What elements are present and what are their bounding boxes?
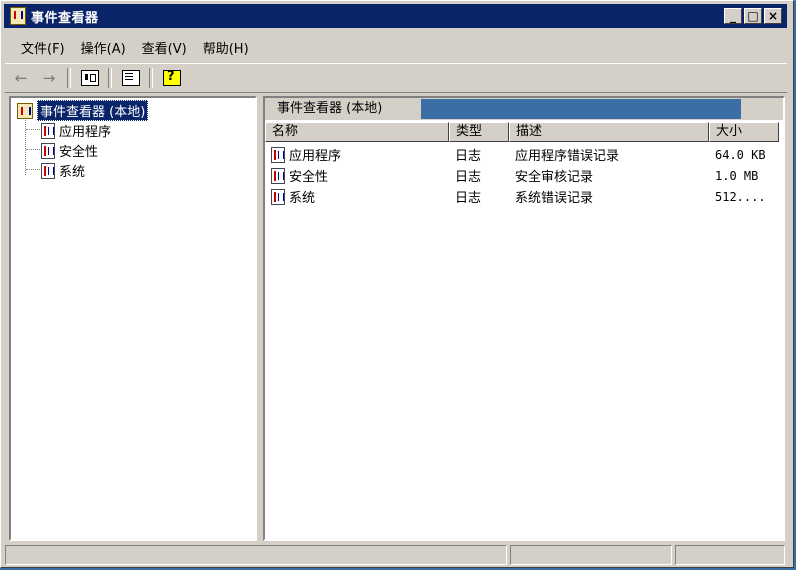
tree-connector — [26, 149, 40, 151]
close-button[interactable]: × — [764, 8, 782, 24]
list-item-description: 系统错误记录 — [515, 191, 594, 206]
event-viewer-window: 事件查看器 _ □ × 文件(F) 操作(A) 查看(V) 帮助(H) ← → … — [0, 0, 794, 568]
show-hide-pane-button[interactable] — [78, 67, 102, 89]
export-list-button[interactable] — [119, 67, 143, 89]
column-header-size[interactable]: 大小 — [709, 122, 779, 142]
event-log-icon — [271, 167, 285, 184]
maximize-button[interactable]: □ — [744, 8, 762, 24]
list-pane[interactable]: 事件查看器 (本地) 名称 类型 描述 大小 应用程序 日志 应用程序错误记录 … — [263, 96, 785, 541]
list-item-name-cell: 安全性 — [265, 166, 449, 185]
back-arrow-icon: ← — [14, 69, 28, 87]
status-bar — [5, 545, 788, 567]
list-item-size: 64.0 KB — [715, 147, 766, 162]
list-item[interactable]: 应用程序 日志 应用程序错误记录 64.0 KB — [265, 144, 779, 165]
menu-view[interactable]: 查看(V) — [142, 38, 187, 57]
list-item-description: 应用程序错误记录 — [515, 149, 620, 164]
list-item-size: 1.0 MB — [715, 168, 759, 183]
event-log-icon — [271, 188, 285, 205]
window-controls: _ □ × — [724, 8, 782, 24]
list-title-bar — [421, 99, 741, 119]
list-header: 事件查看器 (本地) — [265, 98, 783, 120]
toolbar-separator — [149, 68, 153, 88]
title-bar[interactable]: 事件查看器 _ □ × — [4, 4, 787, 28]
back-button[interactable]: ← — [9, 67, 33, 89]
forward-button[interactable]: → — [37, 67, 61, 89]
list-item-type: 日志 — [455, 191, 482, 206]
column-header-type[interactable]: 类型 — [449, 122, 509, 142]
toolbar: ← → — [5, 63, 787, 93]
export-list-icon — [122, 70, 140, 86]
list-item-type: 日志 — [455, 170, 482, 185]
column-header-description[interactable]: 描述 — [509, 122, 709, 142]
tree-item-label: 安全性 — [59, 145, 99, 160]
list-item-name-cell: 应用程序 — [265, 145, 449, 164]
log-list: 应用程序 日志 应用程序错误记录 64.0 KB 安全性 日志 安全审核记录 1… — [265, 144, 779, 207]
status-pane-main — [5, 545, 507, 565]
event-log-icon — [271, 146, 285, 163]
status-pane-middle — [510, 545, 672, 565]
tree-item-label: 系统 — [59, 165, 86, 180]
tree-item-security[interactable]: 安全性 — [41, 141, 98, 160]
list-item-description: 安全审核记录 — [515, 170, 594, 185]
menu-file[interactable]: 文件(F) — [21, 38, 65, 57]
help-button[interactable] — [160, 67, 184, 89]
show-hide-pane-icon — [81, 70, 99, 86]
tree-root-label: 事件查看器 (本地) — [37, 100, 149, 121]
window-title: 事件查看器 — [31, 10, 99, 26]
minimize-button[interactable]: _ — [724, 8, 742, 24]
list-item[interactable]: 系统 日志 系统错误记录 512.... — [265, 186, 779, 207]
menu-bar: 文件(F) 操作(A) 查看(V) 帮助(H) — [5, 35, 249, 59]
tree-item-system[interactable]: 系统 — [41, 161, 85, 180]
list-item-name: 系统 — [289, 191, 316, 206]
list-item-name: 应用程序 — [289, 149, 342, 164]
column-headers: 名称 类型 描述 大小 — [265, 122, 779, 142]
list-title: 事件查看器 (本地) — [265, 98, 421, 120]
toolbar-separator — [108, 68, 112, 88]
status-pane-right — [675, 545, 785, 565]
tree-connector — [26, 169, 40, 171]
list-item[interactable]: 安全性 日志 安全审核记录 1.0 MB — [265, 165, 779, 186]
event-viewer-icon — [17, 102, 33, 119]
tree-root[interactable]: 事件查看器 (本地) — [17, 100, 149, 121]
forward-arrow-icon: → — [42, 69, 56, 87]
tree-item-application[interactable]: 应用程序 — [41, 121, 111, 140]
event-log-icon — [41, 142, 55, 159]
tree-pane[interactable]: 事件查看器 (本地) 应用程序 安全性 系统 — [9, 96, 257, 541]
event-log-icon — [41, 162, 55, 179]
list-item-name-cell: 系统 — [265, 187, 449, 206]
tree-item-label: 应用程序 — [59, 125, 112, 140]
menu-action[interactable]: 操作(A) — [81, 38, 126, 57]
help-icon — [163, 69, 181, 86]
list-item-type: 日志 — [455, 149, 482, 164]
menu-help[interactable]: 帮助(H) — [203, 38, 249, 57]
toolbar-separator — [67, 68, 71, 88]
column-header-name[interactable]: 名称 — [265, 122, 449, 142]
tree-connector — [26, 129, 40, 131]
list-item-size: 512.... — [715, 189, 766, 204]
list-item-name: 安全性 — [289, 170, 329, 185]
event-viewer-icon — [10, 7, 26, 25]
event-log-icon — [41, 122, 55, 139]
